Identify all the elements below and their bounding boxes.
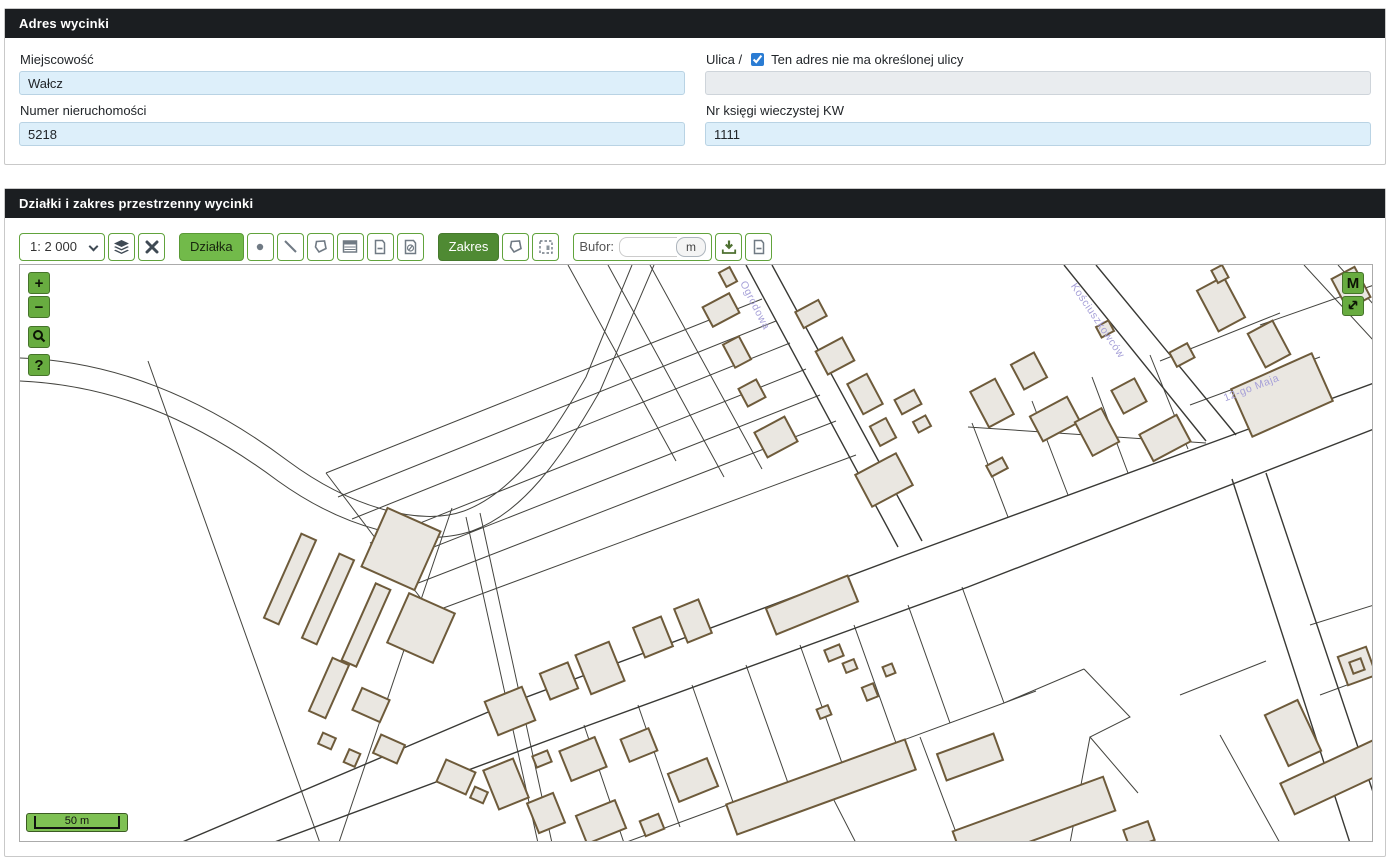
layers-button[interactable]: [108, 233, 135, 261]
polygon-icon: [313, 239, 328, 254]
cadastral-map: [20, 265, 1373, 842]
download-button[interactable]: [715, 233, 742, 261]
buffer-group: Bufor: m: [573, 233, 712, 261]
select-extent-icon: [538, 239, 554, 255]
no-street-checkbox[interactable]: [751, 53, 764, 66]
line-icon: [283, 239, 298, 254]
parcel-table-button[interactable]: [337, 233, 364, 261]
numer-label: Numer nieruchomości: [20, 103, 685, 118]
document-icon: [373, 239, 387, 255]
select-extent-button[interactable]: [532, 233, 559, 261]
zoom-search-button[interactable]: [28, 326, 50, 348]
no-street-checkbox-label: Ten adres nie ma określonej ulicy: [771, 52, 963, 67]
point-icon: [253, 240, 267, 254]
buffer-input[interactable]: [619, 237, 677, 257]
download-icon: [721, 239, 737, 255]
select-polygon-button[interactable]: [307, 233, 334, 261]
help-button[interactable]: ?: [28, 354, 50, 376]
table-icon: [342, 239, 358, 254]
miejscowosc-input[interactable]: [19, 71, 685, 95]
close-icon: [145, 240, 159, 254]
zoom-in-button[interactable]: +: [28, 272, 50, 294]
address-panel-title: Adres wycinki: [5, 9, 1385, 38]
scale-bar-label: 50 m: [34, 816, 120, 829]
select-line-button[interactable]: [277, 233, 304, 261]
zakres-button[interactable]: Zakres: [438, 233, 500, 261]
fullscreen-button[interactable]: [1342, 296, 1364, 316]
measure-button[interactable]: M: [1342, 272, 1364, 294]
map-panel-title: Działki i zakres przestrzenny wycinki: [5, 189, 1385, 218]
ulica-input: [705, 71, 1371, 95]
dzialka-button[interactable]: Działka: [179, 233, 244, 261]
map-panel: Działki i zakres przestrzenny wycinki 1:…: [4, 188, 1386, 857]
zoom-out-button[interactable]: −: [28, 296, 50, 318]
map-toolbar: 1: 2 000 Działka: [19, 232, 1371, 261]
zakres-polygon-button[interactable]: [502, 233, 529, 261]
polygon-icon: [508, 239, 523, 254]
scale-select[interactable]: 1: 2 000: [19, 233, 105, 261]
select-point-button[interactable]: [247, 233, 274, 261]
layers-icon: [113, 239, 130, 255]
miejscowosc-label: Miejscowość: [20, 52, 685, 67]
buffer-unit-label: m: [676, 237, 706, 257]
search-icon: [32, 329, 46, 346]
kw-input[interactable]: [705, 122, 1371, 146]
parcel-export-button[interactable]: [397, 233, 424, 261]
kw-label: Nr księgi wieczystej KW: [706, 103, 1371, 118]
document-code-icon: [403, 239, 418, 255]
clear-selection-button[interactable]: [138, 233, 165, 261]
numer-nieruchomosci-input[interactable]: [19, 122, 685, 146]
report-button[interactable]: [745, 233, 772, 261]
buffer-label: Bufor:: [579, 239, 614, 254]
parcel-document-button[interactable]: [367, 233, 394, 261]
expand-icon: [1347, 299, 1359, 314]
scale-bar: 50 m: [26, 813, 128, 832]
address-panel: Adres wycinki Miejscowość Numer nierucho…: [4, 8, 1386, 165]
report-document-icon: [752, 239, 766, 255]
map-canvas[interactable]: Ogrodowa Kościuszkowców 12-go Maja + − ?…: [19, 264, 1373, 842]
ulica-label: Ulica /: [706, 52, 742, 67]
